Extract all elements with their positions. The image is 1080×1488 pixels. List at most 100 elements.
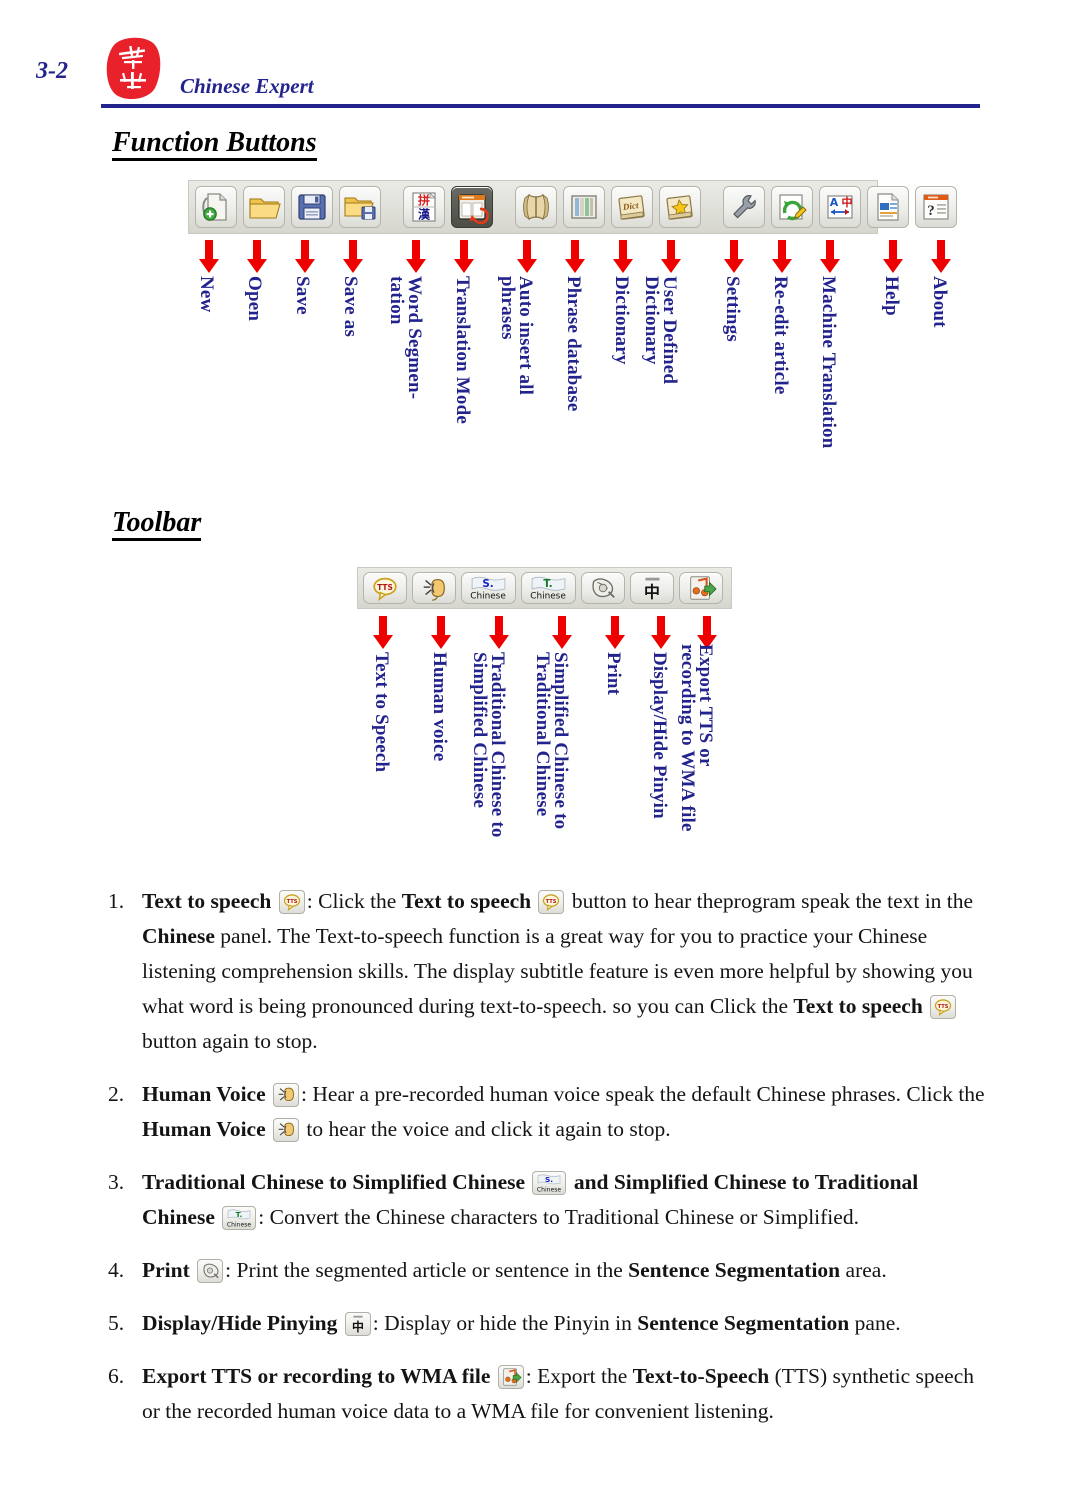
function-button-settings[interactable] <box>723 186 765 228</box>
toolbar-label-simp-to-trad-line1: Simplified Chinese to <box>549 652 571 830</box>
page-header: 3-2 Chinese Expert <box>0 0 1080 120</box>
function-button-save-as[interactable] <box>339 186 381 228</box>
function-button-auto-insert-phrases[interactable] <box>515 186 557 228</box>
callout-arrow <box>772 240 792 273</box>
body-text: button to hear theprogram speak the text… <box>566 889 974 913</box>
svg-text:TTS: TTS <box>938 1004 949 1010</box>
toolbar[interactable]: TTS S. Chinese T. Chinese 中 <box>357 567 732 609</box>
svg-text:Chinese: Chinese <box>227 1221 251 1228</box>
toolbar-button-human-voice[interactable] <box>412 572 456 604</box>
callout-arrow <box>343 240 363 273</box>
callout-arrow <box>199 240 219 273</box>
svg-text:TTS: TTS <box>377 583 393 592</box>
export-wma-icon[interactable] <box>497 1365 524 1389</box>
callout-arrow <box>489 616 509 649</box>
tts-icon[interactable]: TTS <box>278 890 305 914</box>
function-label-auto-insert-phrases-line2: phrases <box>496 276 518 340</box>
human-voice-icon[interactable] <box>273 1083 300 1107</box>
toolbar-button-print[interactable] <box>581 572 625 604</box>
emphasis-text: Text-to-Speech <box>632 1364 770 1388</box>
function-button-word-segmentation[interactable]: 拼 漢 <box>403 186 445 228</box>
function-button-new[interactable] <box>195 186 237 228</box>
function-label-phrase-database: Phrase database <box>562 276 584 412</box>
function-button-user-defined-dictionary[interactable] <box>659 186 701 228</box>
function-label-auto-insert-phrases-line1: Auto insert all <box>514 276 536 396</box>
section-heading-function-buttons: Function Buttons <box>112 128 317 162</box>
function-button-phrase-database[interactable] <box>563 186 605 228</box>
callout-arrow <box>697 616 717 649</box>
function-button-translation-mode[interactable] <box>451 186 493 228</box>
list-item-number: 6. <box>108 1364 125 1388</box>
svg-text:T.: T. <box>236 1210 243 1219</box>
body-text: : Export the <box>525 1364 633 1388</box>
header-title: Chinese Expert <box>180 74 314 98</box>
toolbar-label-export-wma-line2: recording to WMA file <box>676 644 698 832</box>
svg-text:Dict: Dict <box>621 200 639 212</box>
toolbar-label-print: Print <box>602 652 624 696</box>
callout-arrow <box>613 240 633 273</box>
function-label-machine-translation: Machine Translation <box>817 276 839 449</box>
toolbar-label-simp-to-trad-line2: Traditional Chinese <box>531 652 553 817</box>
tts-icon[interactable]: TTS <box>930 995 957 1019</box>
list-item-number: 4. <box>108 1258 125 1282</box>
callout-arrow <box>247 240 267 273</box>
svg-text:漢: 漢 <box>418 207 431 222</box>
traditional-chinese-icon[interactable]: T. Chinese <box>222 1206 257 1230</box>
function-button-re-edit-article[interactable] <box>771 186 813 228</box>
header-divider <box>101 104 980 108</box>
function-button-dictionary[interactable]: Dict <box>611 186 653 228</box>
function-label-open: Open <box>243 276 265 322</box>
body-text: : Print the segmented article or sentenc… <box>225 1258 629 1282</box>
display-hide-pinyin-icon[interactable]: 中 <box>344 1312 371 1336</box>
svg-text:中: 中 <box>352 1320 364 1334</box>
body-text: area. <box>840 1258 887 1282</box>
list-item: 4. Print : Print the segmented article or… <box>108 1253 988 1288</box>
body-text: : Convert the Chinese characters to Trad… <box>258 1205 859 1229</box>
toolbar-button-simplified-chinese[interactable]: S. Chinese <box>461 572 516 604</box>
function-label-new: New <box>195 276 217 313</box>
list-item: 3. Traditional Chinese to Simplified Chin… <box>108 1165 988 1235</box>
callout-arrow <box>517 240 537 273</box>
toolbar-label-text-to-speech: Text to Speech <box>370 652 392 773</box>
function-button-open[interactable] <box>243 186 285 228</box>
toolbar-button-export-wma[interactable] <box>679 572 723 604</box>
emphasis-text: Human Voice <box>142 1082 272 1106</box>
function-label-save-as: Save as <box>339 276 361 338</box>
tts-icon[interactable]: TTS <box>538 890 565 914</box>
svg-text:中: 中 <box>644 582 660 601</box>
toolbar-button-display-hide-pinyin[interactable]: 中 <box>630 572 674 604</box>
function-button-help[interactable] <box>867 186 909 228</box>
emphasis-text: Export TTS or recording to WMA file <box>142 1364 496 1388</box>
toolbar-label-trad-to-simp-line2: Simplified Chinese <box>468 652 490 809</box>
toolbar-label-trad-to-simp-line1: Traditional Chinese to <box>486 652 508 838</box>
emphasis-text: Text to speech <box>793 994 929 1018</box>
function-label-word-segmentation-line2: tation <box>385 276 407 325</box>
human-voice-icon[interactable] <box>273 1118 300 1142</box>
section-heading-toolbar: Toolbar <box>112 508 202 542</box>
function-label-translation-mode: Translation Mode <box>451 276 473 424</box>
svg-text:TTS: TTS <box>546 899 557 905</box>
callout-arrow <box>651 616 671 649</box>
emphasis-text: Text to speech <box>142 889 277 913</box>
toolbar-button-traditional-chinese[interactable]: T. Chinese <box>521 572 576 604</box>
function-label-save: Save <box>291 276 313 315</box>
svg-text:Chinese: Chinese <box>530 591 566 601</box>
list-item: 2. Human Voice : Hear a pre-recorded huma… <box>108 1077 988 1147</box>
emphasis-text: Chinese <box>142 924 215 948</box>
function-button-save[interactable] <box>291 186 333 228</box>
toolbar-label-export-wma-line1: Export TTS or <box>694 644 716 767</box>
toolbar-button-tts[interactable]: TTS <box>363 572 407 604</box>
function-button-about[interactable]: ? <box>915 186 957 228</box>
emphasis-text: Print <box>142 1258 196 1282</box>
function-buttons-toolbar[interactable]: 拼 漢 Dict A 中 ? <box>188 180 957 234</box>
list-item: 5. Display/Hide Pinying 中 : Display or hi… <box>108 1306 988 1341</box>
emphasis-text: Text to speech <box>401 889 537 913</box>
callout-arrow <box>820 240 840 273</box>
callout-arrow <box>931 240 951 273</box>
svg-text:Chinese: Chinese <box>470 591 506 601</box>
callout-arrow <box>724 240 744 273</box>
print-icon[interactable] <box>197 1259 224 1283</box>
function-button-machine-translation[interactable]: A 中 <box>819 186 861 228</box>
simplified-chinese-icon[interactable]: S. Chinese <box>532 1171 567 1195</box>
list-item-number: 5. <box>108 1311 125 1335</box>
